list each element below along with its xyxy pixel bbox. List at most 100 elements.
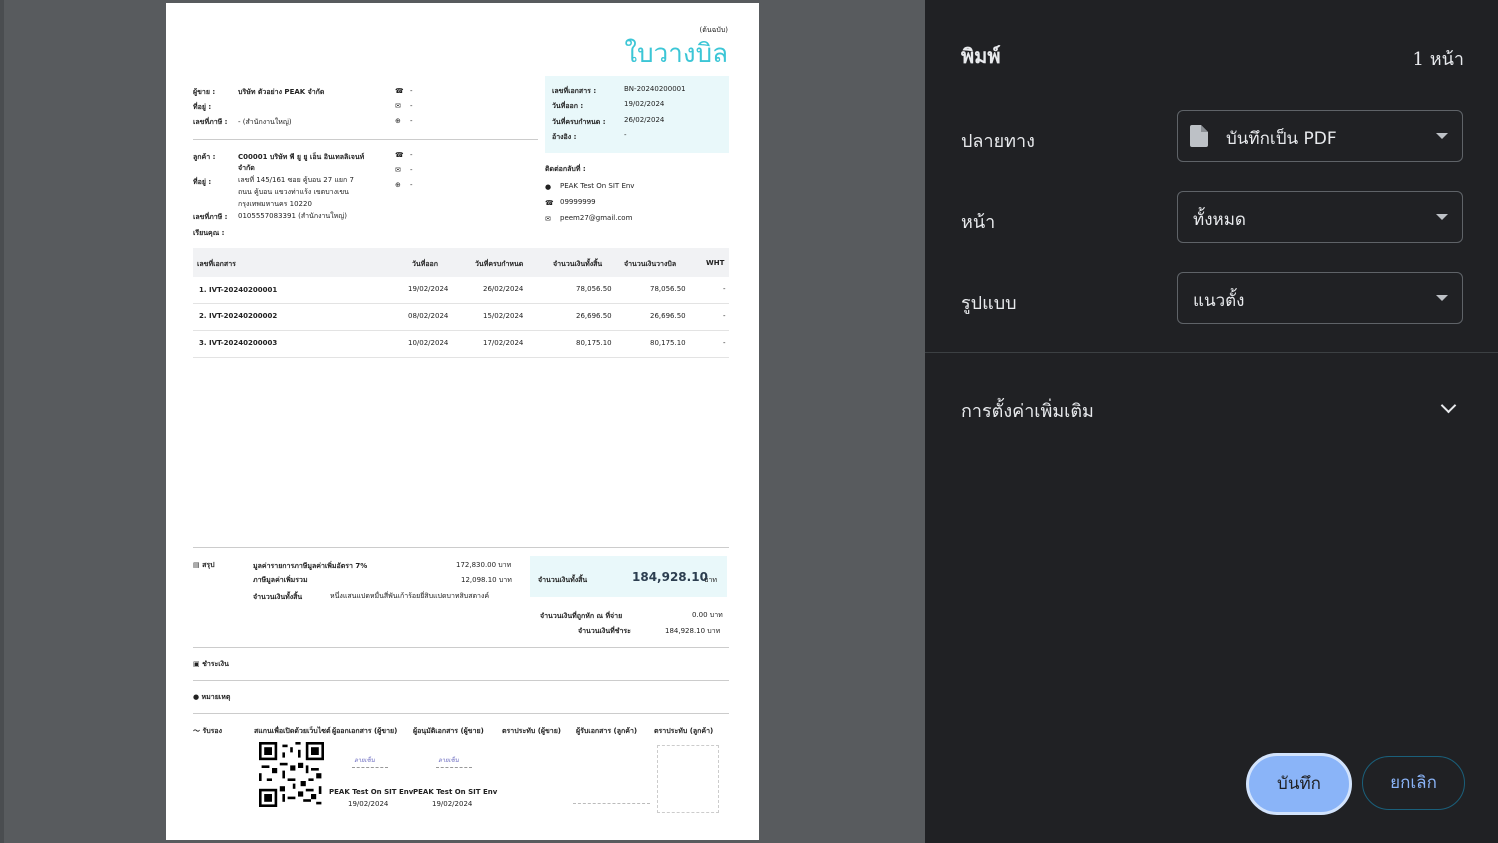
customer-address-label: ที่อยู่ :	[193, 178, 212, 186]
col-wht: WHT	[706, 259, 725, 267]
seller-address-label: ที่อยู่ :	[193, 103, 212, 111]
layout-value: แนวตั้ง	[1193, 291, 1245, 311]
payment-divider	[193, 647, 729, 648]
issue-date: 19/02/2024	[624, 100, 665, 108]
total-box-currency: บาท	[704, 576, 717, 584]
comment-icon: ●	[193, 693, 202, 701]
reference: -	[624, 131, 627, 139]
layout-label: รูปแบบ	[961, 293, 1017, 314]
customer-phone: -	[410, 151, 413, 159]
print-preview-area: (ต้นฉบับ) ใบวางบิล ผู้ขาย : บริษัท ตัวอย…	[0, 0, 925, 843]
globe-icon: ⊕	[395, 117, 401, 125]
row-wht: -	[723, 339, 726, 347]
summary-label: ▤ สรุป	[193, 561, 215, 569]
reference-label: อ้างอิง :	[552, 133, 577, 141]
row-due-date: 26/02/2024	[483, 285, 524, 293]
phone-icon: ☎	[545, 199, 554, 207]
contact-label: ติดต่อกลับที่ :	[545, 165, 586, 173]
seller-email: -	[410, 102, 413, 110]
preview-left-edge	[0, 0, 4, 843]
mail-icon: ✉	[395, 102, 401, 110]
qr-code	[259, 742, 324, 807]
row-doc-id: IVT-20240200002	[209, 312, 278, 320]
vat-label: ภาษีมูลค่าเพิ่มรวม	[253, 576, 308, 584]
phone-icon: ☎	[395, 151, 404, 159]
seller-phone: -	[410, 87, 413, 95]
col-total: จำนวนเงินทั้งสิ้น	[553, 260, 603, 268]
col-issue-date: วันที่ออก	[412, 260, 438, 268]
row-issue-date: 08/02/2024	[408, 312, 449, 320]
certify-label: 〜 รับรอง	[193, 727, 223, 735]
seller-name: บริษัท ตัวอย่าง PEAK จำกัด	[238, 88, 325, 96]
dropdown-arrow-icon	[1436, 295, 1448, 301]
contact-phone: 09999999	[560, 198, 596, 206]
pages-select[interactable]: ทั้งหมด	[1177, 191, 1463, 243]
destination-value: บันทึกเป็น PDF	[1226, 129, 1337, 149]
doc-no-label: เลขที่เอกสาร :	[552, 87, 597, 95]
customer-website: -	[410, 181, 413, 189]
person-icon: ●	[545, 183, 552, 191]
row-divider	[193, 330, 729, 331]
sig-header-approver: ผู้อนุมัติเอกสาร (ผู้ขาย)	[413, 727, 484, 735]
summary-divider	[193, 547, 729, 548]
pages-value: ทั้งหมด	[1193, 210, 1246, 230]
row-doc-id: IVT-20240200001	[209, 286, 278, 294]
page-count: 1 หน้า	[1412, 49, 1464, 70]
cancel-button[interactable]: ยกเลิก	[1362, 756, 1465, 810]
remark-label: ● หมายเหตุ	[193, 693, 231, 701]
row-doc-id: IVT-20240200003	[209, 339, 278, 347]
withholding-label: จำนวนเงินที่ถูกหัก ณ ที่จ่าย	[540, 612, 623, 620]
seller-label: ผู้ขาย :	[193, 88, 216, 96]
mail-icon: ✉	[395, 166, 401, 174]
grand-total-label: จำนวนเงินทั้งสิ้น	[253, 593, 303, 601]
sig-header-customer-stamp: ตราประทับ (ลูกค้า)	[654, 727, 714, 735]
issuer-sig-line	[352, 767, 388, 768]
layout-select[interactable]: แนวตั้ง	[1177, 272, 1463, 324]
contact-name: PEAK Test On SIT Env	[560, 182, 635, 190]
row-billed: 78,056.50	[650, 285, 686, 293]
seller-taxid: - (สำนักงานใหญ่)	[238, 118, 292, 126]
sig-header-issuer: ผู้ออกเอกสาร (ผู้ขาย)	[332, 727, 398, 735]
customer-name-line-2: จำกัด	[238, 164, 255, 172]
row-divider	[193, 357, 729, 358]
due-date-label: วันที่ครบกำหนด :	[552, 118, 606, 126]
destination-label: ปลายทาง	[961, 131, 1035, 152]
customer-address-line-2: ถนน คู้บอน แขวงท่าแร้ง เขตบางเขน	[238, 188, 349, 196]
col-doc-no: เลขที่เอกสาร	[197, 260, 236, 268]
remark-divider	[193, 680, 729, 681]
customer-taxid: 0105557083391 (สำนักงานใหญ่)	[238, 212, 347, 220]
vat-base-label: มูลค่ารายการภาษีมูลค่าเพิ่มอัตรา 7%	[253, 562, 368, 570]
receiver-sig-line	[573, 803, 650, 804]
panel-divider	[925, 352, 1498, 353]
row-number: 2.	[199, 312, 207, 320]
destination-select[interactable]: บันทึกเป็น PDF	[1177, 110, 1463, 162]
row-number: 1.	[199, 286, 207, 294]
summary-icon: ▤	[193, 561, 203, 569]
sig-header-seller-stamp: ตราประทับ (ผู้ขาย)	[502, 727, 562, 735]
mail-icon: ✉	[545, 215, 551, 223]
attention-label: เรียนคุณ :	[193, 229, 225, 237]
grand-total-text: หนึ่งแสนแปดหมื่นสี่พันเก้าร้อยยี่สิบแปดบ…	[330, 592, 490, 600]
more-settings-label[interactable]: การตั้งค่าเพิ่มเติม	[961, 396, 1094, 425]
save-button[interactable]: บันทึก	[1246, 753, 1352, 815]
customer-email: -	[410, 166, 413, 174]
file-icon	[1190, 125, 1208, 147]
row-due-date: 17/02/2024	[483, 339, 524, 347]
print-title: พิมพ์	[961, 44, 1001, 68]
dropdown-arrow-icon	[1436, 133, 1448, 139]
sig-header-receiver: ผู้รับเอกสาร (ลูกค้า)	[576, 727, 638, 735]
row-total: 80,175.10	[576, 339, 612, 347]
issuer-name: PEAK Test On SIT Env	[329, 788, 414, 796]
customer-name-line-1: C00001 บริษัท พี ยู ยู เอ็น อินเทลลิเจนท…	[238, 153, 365, 161]
customer-stamp-box	[657, 745, 719, 813]
row-wht: -	[723, 312, 726, 320]
row-total: 26,696.50	[576, 312, 612, 320]
vat-value: 12,098.10 บาท	[461, 576, 512, 584]
row-divider	[193, 303, 729, 304]
chevron-down-icon[interactable]	[1440, 397, 1457, 414]
seller-divider	[193, 139, 538, 140]
contact-email: peem27@gmail.com	[560, 214, 633, 222]
approver-sig-line	[436, 767, 472, 768]
sig-header-qr: สแกนเพื่อเปิดด้วยเว็บไซต์	[254, 727, 331, 735]
issuer-date: 19/02/2024	[348, 800, 389, 808]
